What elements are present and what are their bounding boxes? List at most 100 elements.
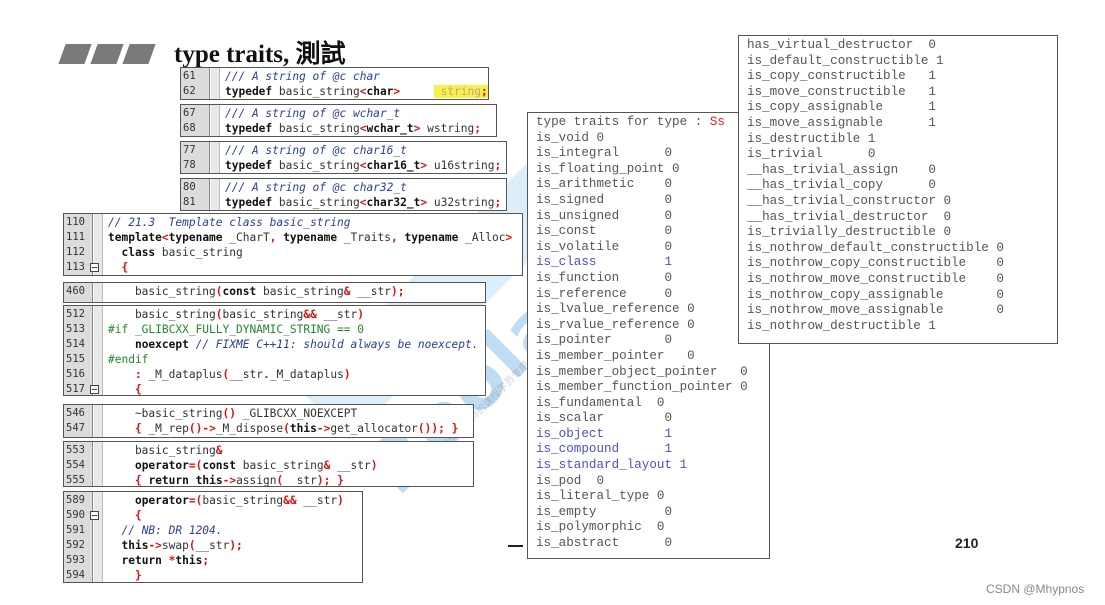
trait-value: 0 (867, 147, 876, 162)
decoration-bar (58, 44, 92, 64)
line-number: 547 (66, 422, 85, 434)
trait-row: is_class 1 (536, 255, 769, 271)
trait-name: is_trivial (747, 147, 868, 162)
code-text: basic_string& (108, 444, 223, 457)
code-line: 546 ~basic_string() _GLIBCXX_NOEXCEPT (64, 406, 473, 421)
code-text: operator=(const basic_string& __str) (134, 459, 378, 472)
fold-collapse-icon[interactable] (90, 511, 99, 520)
trait-row: is_scalar 0 (536, 411, 769, 427)
trait-value: 0 (740, 364, 748, 379)
trait-name: is_rvalue_reference (536, 317, 688, 332)
trait-row: is_nothrow_default_constructible 0 (747, 241, 1057, 257)
trait-row: is_move_assignable 1 (747, 116, 1057, 132)
code-line: 110 // 21.3 Template class basic_string (64, 215, 522, 230)
trait-value: 1 (928, 115, 936, 130)
fold-collapse-icon[interactable] (90, 263, 99, 272)
line-number: 68 (183, 122, 196, 134)
trait-value: 0 (687, 348, 695, 363)
line-number: 62 (183, 85, 196, 97)
trait-name: is_floating_point (536, 161, 673, 176)
trait-name: is_abstract (536, 536, 665, 551)
trait-row: is_copy_assignable 1 (747, 100, 1057, 116)
code-line: 547 { _M_rep()->_M_dispose(this->get_all… (64, 421, 473, 436)
trait-value: 0 (664, 192, 673, 207)
code-line: 81 typedef basic_string<char32_t> u32stri… (181, 195, 506, 210)
trait-row: is_literal_type 0 (536, 489, 769, 505)
trait-name: is_nothrow_default_constructible (747, 240, 997, 255)
code-text: /// A string of @c char (225, 70, 380, 83)
code-line: 68 typedef basic_string<wchar_t> wstring; (181, 121, 496, 136)
trait-row: is_nothrow_destructible 1 (747, 319, 1057, 335)
code-snippet-copy-assign: 553 basic_string& 554 operator=(const bas… (63, 441, 474, 487)
code-snippet-move-ctor: 512 basic_string(basic_string&& __str) 51… (63, 305, 486, 396)
trait-row: is_standard_layout 1 (536, 458, 769, 474)
trait-row: is_void 0 (536, 131, 769, 147)
trait-row: is_polymorphic 0 (536, 520, 769, 536)
code-text: { (121, 261, 129, 274)
trait-value: 0 (687, 317, 695, 332)
code-snippet-wstring-typedef: 67 /// A string of @c wchar_t 68 typedef ba… (180, 104, 497, 137)
trait-name: is_destructible (747, 131, 868, 146)
trait-name: is_class (536, 255, 665, 270)
code-line: 78 typedef basic_string<char16_t> u16stri… (181, 158, 506, 173)
code-line: 553 basic_string& (64, 443, 473, 458)
line-number: 113 (66, 261, 85, 273)
trait-value: 0 (996, 287, 1004, 302)
trait-row: is_compound 1 (536, 442, 769, 458)
trait-name: is_standard_layout (536, 458, 680, 473)
trait-name: is_function (536, 270, 665, 285)
trait-name: is_member_function_pointer (536, 380, 741, 395)
line-number: 111 (66, 231, 85, 243)
trait-name: is_integral (536, 146, 665, 161)
code-snippet-string-typedef: 61 /// A string of @c char 62 typedef basic… (180, 67, 489, 100)
trait-row: is_unsigned 0 (536, 209, 769, 225)
trait-row: is_default_constructible 1 (747, 54, 1057, 70)
code-text: basic_string(const basic_string& __str); (108, 285, 405, 298)
code-text: } (134, 569, 142, 582)
trait-row: is_arithmetic 0 (536, 177, 769, 193)
trait-name: __has_trivial_destructor (747, 209, 944, 224)
trait-row: is_pointer 0 (536, 333, 769, 349)
code-line: 61 /// A string of @c char (181, 69, 488, 84)
trait-name: is_nothrow_move_constructible (747, 271, 997, 286)
trait-value: 0 (664, 270, 673, 285)
code-line: 593 return *this; (64, 553, 362, 568)
line-number: 592 (66, 539, 85, 551)
slide-decoration-bars (58, 44, 156, 64)
trait-row: is_member_function_pointer 0 (536, 380, 769, 396)
code-text: { return this->assign(__str); } (134, 474, 344, 487)
code-snippet-u16string-typedef: 77 /// A string of @c char16_t 78 typedef b… (180, 141, 507, 174)
trait-name: is_copy_assignable (747, 100, 929, 115)
trait-value: 0 (928, 178, 936, 193)
trait-name: is_void (536, 130, 597, 145)
code-text: typedef basic_string<wchar_t> wstring; (225, 122, 482, 135)
trait-row: is_member_pointer 0 (536, 349, 769, 365)
code-line: 460 basic_string(const basic_string& __s… (64, 284, 485, 299)
code-line: 592 this->swap(__str); (64, 538, 362, 553)
trait-name: __has_trivial_constructor (747, 193, 944, 208)
trait-value: 0 (664, 224, 673, 239)
trait-row: is_integral 0 (536, 146, 769, 162)
code-line: 517 { (64, 382, 485, 395)
code-line: 590 { (64, 508, 362, 523)
trait-name: is_move_constructible (747, 84, 929, 99)
line-number: 553 (66, 444, 85, 456)
line-number: 81 (183, 196, 196, 208)
trait-name: is_copy_constructible (747, 69, 929, 84)
line-number: 512 (66, 308, 85, 320)
header-type-name: Ss (709, 115, 725, 129)
decoration-bar (122, 44, 156, 64)
type-traits-output-left: type traits for type : Ss is_void 0 is_in… (527, 112, 770, 559)
trait-name: is_unsigned (536, 208, 665, 223)
trait-name: is_member_pointer (536, 348, 688, 363)
trait-row: is_const 0 (536, 224, 769, 240)
line-number: 78 (183, 159, 196, 171)
code-line: 111 template<typename _CharT, typename _T… (64, 230, 522, 245)
fold-collapse-icon[interactable] (90, 385, 99, 394)
code-text: typedef basic_string<char32_t> u32string… (225, 196, 502, 209)
trait-row: __has_trivial_copy 0 (747, 178, 1057, 194)
code-line: 555 { return this->assign(__str); } (64, 473, 473, 487)
trait-row: is_nothrow_copy_assignable 0 (747, 288, 1057, 304)
trait-value: 0 (943, 193, 952, 208)
code-text: /// A string of @c char32_t (225, 181, 407, 194)
